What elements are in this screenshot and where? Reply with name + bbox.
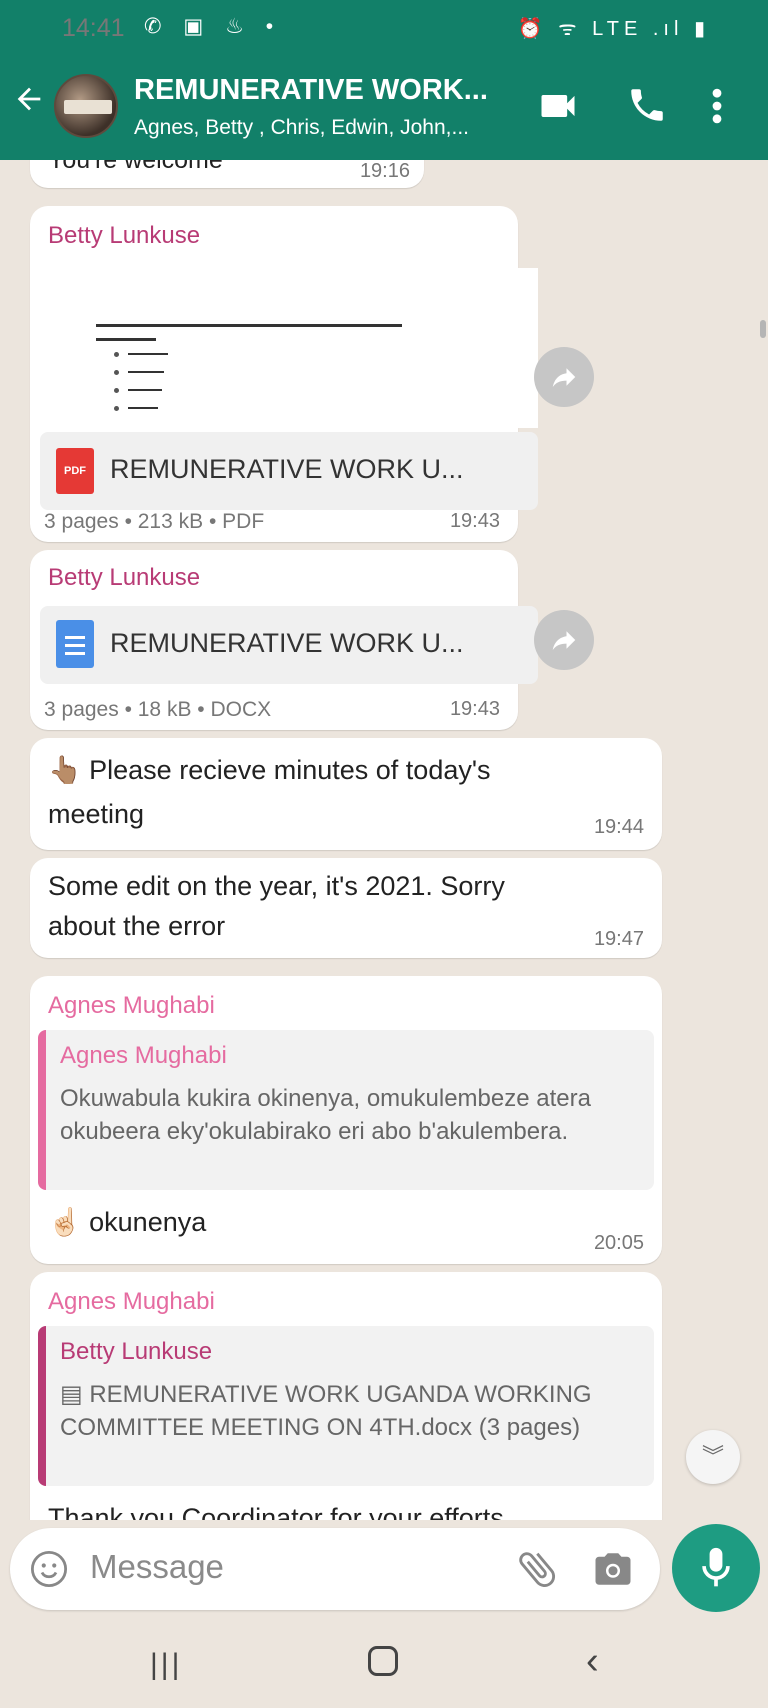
message-time: 19:44 bbox=[593, 816, 644, 838]
message-list[interactable]: You're welcome 19:16 Betty Lunkuse PDF R… bbox=[0, 160, 768, 1520]
voice-message-button[interactable] bbox=[672, 1524, 760, 1612]
message-composer[interactable]: Message bbox=[10, 1528, 660, 1610]
system-nav-bar: ||| ‹ bbox=[0, 1620, 768, 1708]
pointing-emoji: 👆🏽 bbox=[48, 755, 82, 785]
message-time: 19:43 bbox=[449, 510, 500, 532]
message-bubble[interactable]: Agnes Mughabi Agnes Mughabi Okuwabula ku… bbox=[30, 976, 662, 1264]
voice-call-icon[interactable] bbox=[626, 84, 670, 128]
message-text: 👆🏽 Please recieve minutes of today's bbox=[48, 755, 491, 785]
message-bubble[interactable]: Some edit on the year, it's 2021. Sorry … bbox=[30, 858, 662, 958]
file-attachment[interactable]: REMUNERATIVE WORK U... bbox=[40, 606, 538, 684]
video-call-icon[interactable] bbox=[536, 84, 580, 128]
camera-icon[interactable] bbox=[592, 1548, 634, 1595]
file-attachment[interactable]: PDF REMUNERATIVE WORK U... bbox=[40, 432, 538, 510]
notification-icons: ✆ ▣ ♨ • bbox=[144, 15, 282, 38]
group-avatar[interactable] bbox=[54, 74, 118, 138]
file-name: REMUNERATIVE WORK U... bbox=[110, 454, 464, 484]
forward-button[interactable] bbox=[534, 610, 594, 670]
message-text-line: about the error bbox=[48, 911, 226, 941]
message-time: 20:05 bbox=[593, 1232, 644, 1254]
attach-icon[interactable] bbox=[514, 1546, 560, 1597]
quoted-text: ▤ REMUNERATIVE WORK UGANDA WORKING COMMI… bbox=[60, 1381, 592, 1441]
pdf-preview[interactable] bbox=[40, 268, 538, 428]
scroll-to-bottom-button[interactable]: ︾ bbox=[686, 1430, 740, 1484]
double-chevron-down-icon: ︾ bbox=[701, 1444, 724, 1469]
message-time: 19:43 bbox=[449, 698, 500, 720]
app-header: 14:41 ✆ ▣ ♨ • ⏰ ᯤ LTE .ıl ▮ REMUNERATIVE… bbox=[0, 0, 768, 160]
message-bubble[interactable]: 👆🏽 Please recieve minutes of today's mee… bbox=[30, 738, 662, 850]
docx-file-icon bbox=[56, 620, 94, 668]
home-icon[interactable] bbox=[368, 1646, 398, 1676]
back-arrow-icon[interactable] bbox=[12, 82, 46, 123]
message-time: 19:47 bbox=[593, 928, 644, 950]
emoji-icon[interactable] bbox=[28, 1548, 70, 1595]
message-bubble[interactable]: You're welcome 19:16 bbox=[30, 160, 424, 188]
status-bar: 14:41 ✆ ▣ ♨ • ⏰ ᯤ LTE .ıl ▮ bbox=[0, 0, 768, 60]
chat-app-bar: REMUNERATIVE WORK... Agnes, Betty , Chri… bbox=[0, 62, 768, 160]
pointing-up-emoji: ☝🏻 bbox=[48, 1207, 82, 1237]
file-meta: 3 pages • 18 kB • DOCX bbox=[44, 698, 272, 721]
sender-name: Betty Lunkuse bbox=[48, 564, 201, 591]
sender-name: Betty Lunkuse bbox=[48, 222, 201, 249]
message-text: Some edit on the year, it's 2021. Sorry bbox=[48, 871, 505, 901]
forward-button[interactable] bbox=[534, 347, 594, 407]
quoted-text: Okuwabula kukira okinenya, omukulembeze … bbox=[60, 1085, 591, 1145]
message-text: Thank you Coordinator for your efforts bbox=[48, 1503, 504, 1520]
message-text-line: meeting bbox=[48, 799, 145, 829]
file-name: REMUNERATIVE WORK U... bbox=[110, 628, 464, 658]
sender-name: Agnes Mughabi bbox=[48, 992, 215, 1019]
quoted-sender: Betty Lunkuse bbox=[60, 1338, 213, 1365]
message-bubble[interactable]: Betty Lunkuse REMUNERATIVE WORK U... 3 p… bbox=[30, 550, 538, 730]
quoted-message[interactable]: Betty Lunkuse ▤ REMUNERATIVE WORK UGANDA… bbox=[38, 1326, 654, 1486]
nav-back-icon[interactable]: ‹ bbox=[586, 1640, 599, 1683]
group-title[interactable]: REMUNERATIVE WORK... bbox=[134, 74, 488, 107]
sender-name: Agnes Mughabi bbox=[48, 1288, 215, 1315]
system-icons: ⏰ ᯤ LTE .ıl ▮ bbox=[517, 18, 710, 40]
group-members[interactable]: Agnes, Betty , Chris, Edwin, John,... bbox=[134, 116, 469, 140]
message-text: You're welcome bbox=[48, 160, 223, 174]
quoted-message[interactable]: Agnes Mughabi Okuwabula kukira okinenya,… bbox=[38, 1030, 654, 1190]
more-options-icon[interactable] bbox=[705, 84, 729, 128]
message-input[interactable]: Message bbox=[90, 1548, 224, 1586]
pdf-file-icon: PDF bbox=[56, 448, 94, 494]
file-meta: 3 pages • 213 kB • PDF bbox=[44, 510, 265, 533]
quoted-sender: Agnes Mughabi bbox=[60, 1042, 227, 1069]
scrollbar-thumb[interactable] bbox=[760, 320, 766, 338]
message-time: 19:16 bbox=[359, 160, 410, 182]
message-bubble[interactable]: Agnes Mughabi Betty Lunkuse ▤ REMUNERATI… bbox=[30, 1272, 662, 1520]
recent-apps-icon[interactable]: ||| bbox=[150, 1648, 182, 1682]
message-text: ☝🏻 okunenya bbox=[48, 1207, 207, 1237]
message-bubble[interactable]: Betty Lunkuse PDF REMUNERATIVE WORK U...… bbox=[30, 206, 538, 542]
